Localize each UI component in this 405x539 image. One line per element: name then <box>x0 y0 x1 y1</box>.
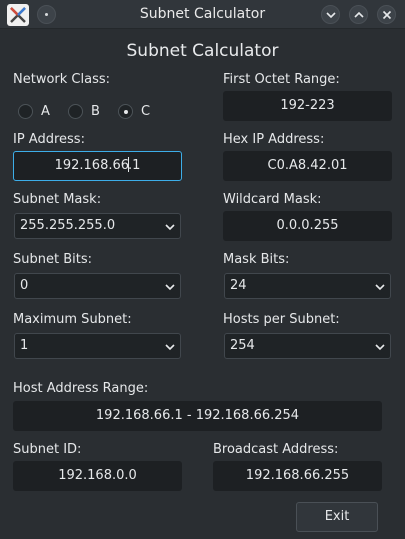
subnet-mask-select[interactable]: 255.255.255.0 <box>14 213 181 239</box>
maximum-subnet-select[interactable]: 1 <box>14 333 181 359</box>
first-octet-range-field: 192-223 <box>223 91 392 121</box>
subnet-mask-value: 255.255.255.0 <box>20 218 116 233</box>
chevron-down-icon <box>375 284 385 291</box>
network-class-label: Network Class: <box>13 72 110 87</box>
page-title: Subnet Calculator <box>126 41 279 61</box>
mask-bits-select[interactable]: 24 <box>224 273 391 299</box>
ip-address-label: IP Address: <box>13 132 85 147</box>
subnet-bits-value: 0 <box>20 278 29 293</box>
title-bar: Subnet Calculator <box>0 0 405 29</box>
radio-indicator <box>68 104 83 119</box>
close-button[interactable] <box>377 5 396 24</box>
chevron-down-icon <box>375 344 385 351</box>
chevron-down-icon <box>326 12 336 19</box>
first-octet-range-label: First Octet Range: <box>223 72 340 87</box>
subnet-bits-label: Subnet Bits: <box>13 252 92 267</box>
host-address-range-field: 192.168.66.1 - 192.168.66.254 <box>13 401 382 431</box>
ip-address-text-end: .1 <box>128 158 141 173</box>
hex-ip-address-label: Hex IP Address: <box>223 132 325 147</box>
hosts-per-subnet-value: 254 <box>230 338 255 353</box>
maximum-subnet-value: 1 <box>20 338 29 353</box>
subnet-bits-select[interactable]: 0 <box>14 273 181 299</box>
mask-bits-label: Mask Bits: <box>223 252 290 267</box>
radio-indicator <box>18 104 33 119</box>
radio-label: A <box>41 104 50 119</box>
radio-indicator <box>118 104 133 119</box>
mask-bits-value: 24 <box>230 278 247 293</box>
maximum-subnet-label: Maximum Subnet: <box>13 312 132 327</box>
hosts-per-subnet-label: Hosts per Subnet: <box>223 312 340 327</box>
text-caret <box>128 157 130 172</box>
subnet-id-label: Subnet ID: <box>13 442 82 457</box>
subnet-mask-label: Subnet Mask: <box>13 192 102 207</box>
maximize-button[interactable] <box>349 5 368 24</box>
window-title: Subnet Calculator <box>139 6 266 22</box>
exit-button[interactable]: Exit <box>296 502 378 532</box>
hosts-per-subnet-select[interactable]: 254 <box>224 333 391 359</box>
close-icon <box>382 10 392 20</box>
ip-address-text: 192.168.66 <box>54 158 130 173</box>
chevron-down-icon <box>165 284 175 291</box>
radio-label: B <box>91 104 100 119</box>
chevron-down-icon <box>165 344 175 351</box>
broadcast-address-label: Broadcast Address: <box>213 442 339 457</box>
ip-address-input[interactable]: 192.168.66.1 <box>13 151 182 181</box>
host-address-range-label: Host Address Range: <box>13 381 149 396</box>
wildcard-mask-field: 0.0.0.255 <box>223 211 392 241</box>
subnet-id-field: 192.168.0.0 <box>13 461 182 491</box>
broadcast-address-field: 192.168.66.255 <box>213 461 382 491</box>
wildcard-mask-label: Wildcard Mask: <box>223 192 322 207</box>
hex-ip-address-field: C0.A8.42.01 <box>223 151 392 181</box>
chevron-down-icon <box>165 224 175 231</box>
chevron-up-icon <box>354 11 364 18</box>
radio-label: C <box>141 104 151 119</box>
minimize-button[interactable] <box>321 5 340 24</box>
